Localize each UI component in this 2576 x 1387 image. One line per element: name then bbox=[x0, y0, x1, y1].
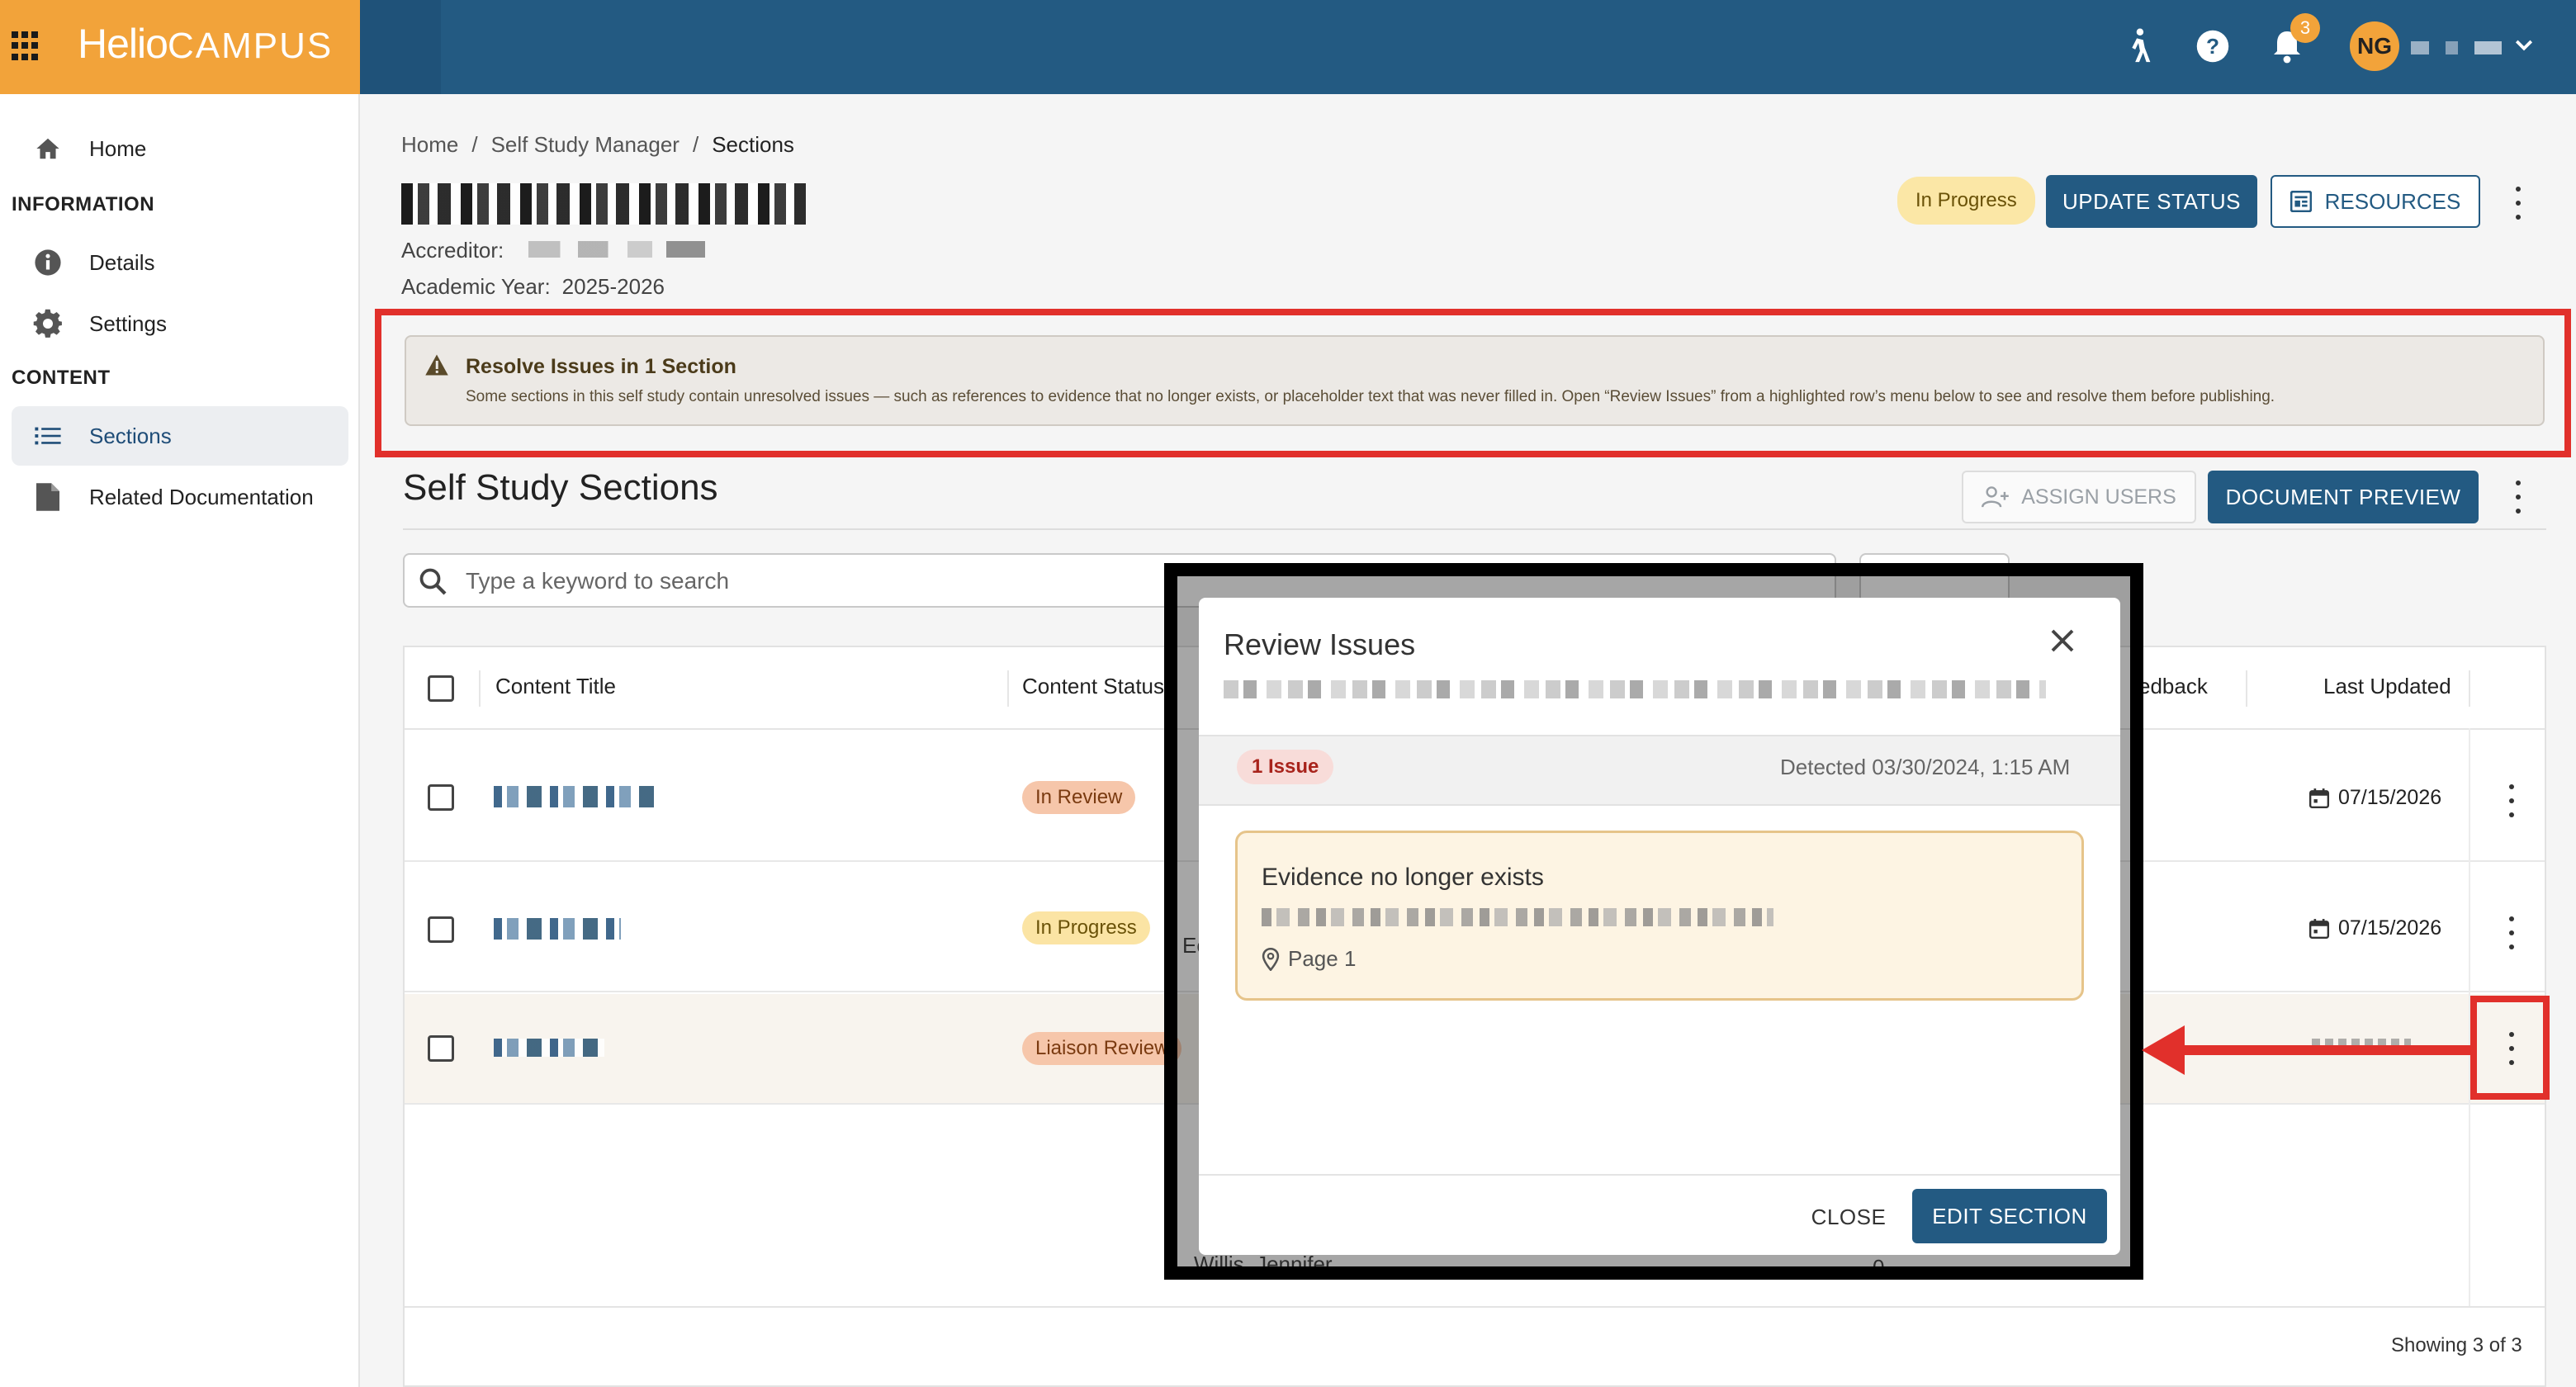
breadcrumb-self-study-manager[interactable]: Self Study Manager bbox=[491, 132, 680, 158]
annotation-arrow-shaft bbox=[2171, 1045, 2475, 1055]
help-icon[interactable]: ? bbox=[2188, 21, 2237, 71]
column-header-last-updated[interactable]: Last Updated bbox=[2323, 674, 2451, 699]
sidebar-item-sections[interactable]: Sections bbox=[12, 406, 348, 466]
dialog-footer-divider bbox=[1199, 1174, 2120, 1176]
last-updated: 07/15/2026 bbox=[2308, 916, 2441, 940]
divider bbox=[403, 528, 2546, 530]
issue-detail-redacted bbox=[1262, 908, 1773, 926]
accreditor-value-redacted bbox=[528, 241, 705, 258]
sidebar-section-information: INFORMATION bbox=[12, 193, 155, 215]
column-divider bbox=[1007, 670, 1009, 707]
column-header-content-title[interactable]: Content Title bbox=[495, 674, 616, 699]
sidebar-item-home[interactable]: Home bbox=[12, 119, 348, 178]
walkthrough-icon[interactable] bbox=[2114, 21, 2163, 71]
breadcrumb-home[interactable]: Home bbox=[401, 132, 458, 158]
top-bar-divider bbox=[360, 0, 441, 94]
page-more-menu-icon[interactable] bbox=[2510, 187, 2526, 220]
breadcrumb: Home / Self Study Manager / Sections bbox=[401, 132, 794, 158]
annotation-arrow-head bbox=[2142, 1025, 2185, 1075]
dialog-title: Review Issues bbox=[1224, 627, 1416, 661]
content-title-redacted[interactable] bbox=[494, 1039, 604, 1057]
breadcrumb-current: Sections bbox=[712, 132, 794, 157]
academic-year: Academic Year: 2025-2026 bbox=[401, 274, 665, 300]
table-footer-divider bbox=[405, 1306, 2545, 1308]
close-icon[interactable] bbox=[2048, 626, 2077, 660]
status-chip: In Review bbox=[1022, 781, 1136, 814]
document-icon bbox=[23, 483, 73, 511]
column-divider bbox=[2469, 670, 2470, 707]
list-icon bbox=[23, 425, 73, 447]
document-preview-button[interactable]: DOCUMENT PREVIEW bbox=[2208, 471, 2479, 523]
row-checkbox[interactable] bbox=[428, 1035, 454, 1062]
assign-users-button[interactable]: ASSIGN USERS bbox=[1962, 471, 2196, 523]
row-checkbox[interactable] bbox=[428, 916, 454, 943]
info-icon bbox=[23, 249, 73, 277]
svg-text:?: ? bbox=[2206, 34, 2219, 59]
logo: HelioCAMPUS bbox=[78, 21, 334, 67]
sidebar-section-content: CONTENT bbox=[12, 367, 111, 389]
status-chip: In Progress bbox=[1022, 911, 1150, 944]
annotation-highlight-banner bbox=[375, 309, 2571, 457]
app-grid-icon[interactable] bbox=[12, 31, 41, 61]
academic-year-value: 2025-2026 bbox=[561, 274, 665, 299]
breadcrumb-separator: / bbox=[692, 132, 699, 157]
accreditor-label: Accreditor: bbox=[401, 238, 504, 263]
row-more-menu-icon[interactable] bbox=[2503, 916, 2520, 949]
column-header-feedback[interactable]: edback bbox=[2138, 674, 2208, 699]
home-icon bbox=[23, 136, 73, 161]
sidebar-item-details[interactable]: Details bbox=[12, 233, 348, 292]
resources-button[interactable]: RESOURCES bbox=[2271, 175, 2480, 228]
notification-badge: 3 bbox=[2290, 13, 2320, 43]
select-all-checkbox[interactable] bbox=[428, 675, 454, 702]
edit-section-button[interactable]: EDIT SECTION bbox=[1912, 1189, 2107, 1243]
issue-count-badge: 1 Issue bbox=[1237, 750, 1334, 784]
dialog-subtitle-redacted bbox=[1224, 680, 2046, 698]
close-button[interactable]: CLOSE bbox=[1797, 1191, 1901, 1243]
search-icon bbox=[418, 566, 447, 600]
sections-title: Self Study Sections bbox=[403, 467, 718, 508]
add-user-icon bbox=[1982, 486, 2010, 508]
pagination-summary: Showing 3 of 3 bbox=[2391, 1334, 2522, 1356]
breadcrumb-separator: / bbox=[471, 132, 478, 157]
search-placeholder: Type a keyword to search bbox=[466, 568, 730, 594]
column-header-content-status[interactable]: Content Status bbox=[1022, 674, 1164, 699]
status-chip: Liaison Review bbox=[1022, 1032, 1182, 1065]
row-more-menu-icon[interactable] bbox=[2503, 784, 2520, 817]
column-divider bbox=[2246, 670, 2247, 707]
gear-icon bbox=[23, 309, 73, 338]
sidebar-item-related-documentation[interactable]: Related Documentation bbox=[12, 467, 348, 527]
last-updated: 07/15/2026 bbox=[2308, 786, 2441, 810]
user-avatar[interactable]: NG bbox=[2350, 21, 2399, 71]
update-status-button[interactable]: UPDATE STATUS bbox=[2046, 175, 2257, 228]
location-pin-icon bbox=[1262, 947, 1280, 971]
issue-title: Evidence no longer exists bbox=[1262, 864, 1544, 891]
row-more-menu-icon[interactable] bbox=[2503, 1032, 2520, 1065]
resources-icon bbox=[2290, 191, 2312, 212]
row-checkbox[interactable] bbox=[428, 784, 454, 811]
content-title-redacted[interactable] bbox=[494, 786, 654, 807]
sections-more-menu-icon[interactable] bbox=[2510, 480, 2526, 514]
chevron-down-icon[interactable] bbox=[2512, 33, 2536, 62]
column-divider bbox=[479, 670, 481, 707]
status-badge: In Progress bbox=[1897, 177, 2035, 225]
page-title-redacted bbox=[401, 183, 806, 225]
sidebar-item-settings[interactable]: Settings bbox=[12, 294, 348, 353]
calendar-icon bbox=[2308, 788, 2330, 808]
issue-location: Page 1 bbox=[1262, 946, 1356, 972]
content-title-redacted[interactable] bbox=[494, 918, 621, 940]
user-name-redacted[interactable] bbox=[2411, 41, 2502, 54]
academic-year-label: Academic Year: bbox=[401, 274, 551, 299]
detected-timestamp: Detected 03/30/2024, 1:15 AM bbox=[1780, 755, 2071, 779]
calendar-icon bbox=[2308, 918, 2330, 939]
